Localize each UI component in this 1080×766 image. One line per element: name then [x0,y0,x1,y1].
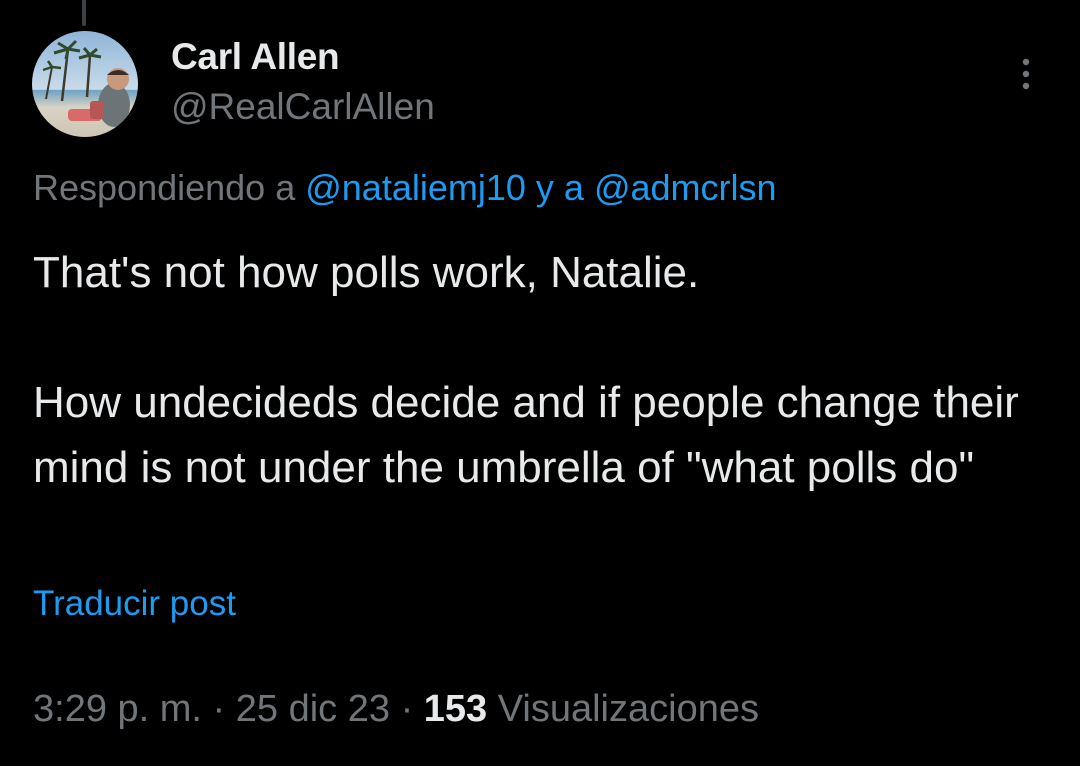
mention-link-nataliemj10[interactable]: @nataliemj10 [305,167,526,208]
tweet-time[interactable]: 3:29 p. m. [33,688,202,730]
author-display-name[interactable]: Carl Allen [171,36,340,78]
mention-link-admcrlsn[interactable]: @admcrlsn [594,167,777,208]
meta-separator: · [212,688,226,730]
tweet-body: That's not how polls work, Natalie. How … [33,240,1053,500]
tweet-date[interactable]: 25 dic 23 [236,688,390,730]
tweet-text-line-1: That's not how polls work, Natalie. [33,248,700,297]
meta-separator: · [400,688,414,730]
author-handle[interactable]: @RealCarlAllen [171,86,435,128]
tweet-text-line-2: How undecideds decide and if people chan… [33,378,1019,492]
thread-connector-line [82,0,86,26]
avatar-image [32,31,138,137]
replying-to-conjunction[interactable]: y a [536,167,584,208]
more-vertical-icon [1022,58,1030,90]
tweet-metadata: 3:29 p. m. · 25 dic 23 · 153 Visualizaci… [33,688,759,731]
replying-to-prefix: Respondiendo a [33,167,296,208]
replying-to-line: Respondiendo a @nataliemj10 y a @admcrls… [33,167,777,209]
more-options-button[interactable] [1006,54,1046,94]
views-count[interactable]: 153 [424,688,487,730]
translate-post-link[interactable]: Traducir post [33,584,236,624]
avatar[interactable] [32,31,138,137]
views-label[interactable]: Visualizaciones [498,688,759,730]
